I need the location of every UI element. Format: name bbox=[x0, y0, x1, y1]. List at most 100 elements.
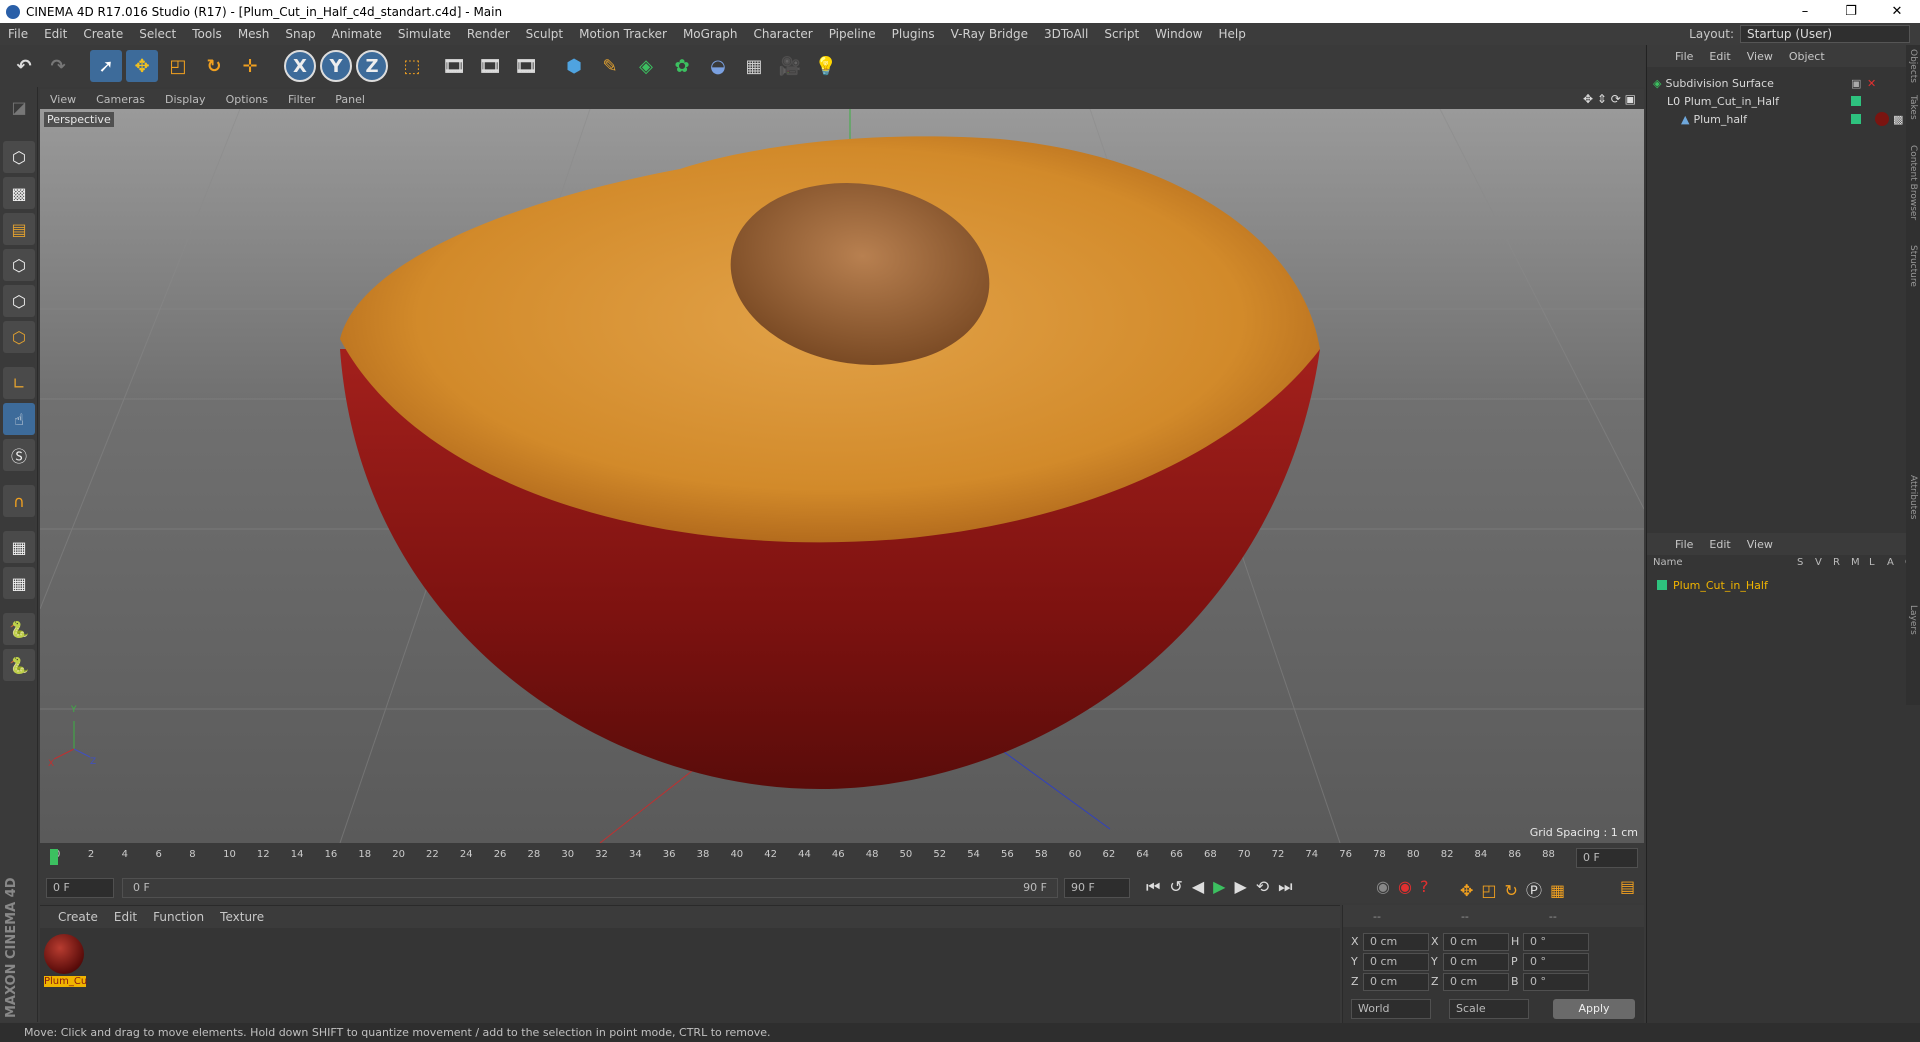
perspective-viewport[interactable]: Y X Z Perspective Grid Spacing : 1 cm bbox=[40, 109, 1644, 843]
layer-column-header[interactable]: V bbox=[1815, 557, 1822, 568]
layer-column-header[interactable]: S bbox=[1797, 557, 1803, 568]
layer-column-header[interactable]: L bbox=[1869, 557, 1875, 568]
spline-pen-icon[interactable]: ✎ bbox=[594, 50, 626, 82]
menu-render[interactable]: Render bbox=[459, 27, 518, 41]
render-view-icon[interactable]: 🎞 bbox=[438, 50, 470, 82]
menu-script[interactable]: Script bbox=[1096, 27, 1147, 41]
python-script-2-icon[interactable]: 🐍 bbox=[3, 649, 35, 681]
snap-magnet-icon[interactable]: ∩ bbox=[3, 485, 35, 517]
menu-plugins[interactable]: Plugins bbox=[884, 27, 943, 41]
prev-frame-icon[interactable]: ◀ bbox=[1192, 877, 1213, 896]
z-axis-lock-button[interactable]: Z bbox=[356, 50, 388, 82]
menu-mesh[interactable]: Mesh bbox=[230, 27, 278, 41]
redo-icon[interactable]: ↷ bbox=[42, 50, 74, 82]
mat-menu-create[interactable]: Create bbox=[50, 910, 106, 924]
move-tool-icon[interactable]: ✥ bbox=[126, 50, 158, 82]
layer-menu-edit[interactable]: Edit bbox=[1701, 538, 1738, 551]
coord-space-dropdown[interactable]: World bbox=[1351, 999, 1431, 1019]
next-frame-icon[interactable]: ▶ bbox=[1234, 877, 1255, 896]
viewport-menu-display[interactable]: Display bbox=[155, 93, 216, 106]
menu-pipeline[interactable]: Pipeline bbox=[821, 27, 884, 41]
side-tab[interactable]: Takes bbox=[1908, 95, 1918, 120]
select-tool-icon[interactable]: ➚ bbox=[90, 50, 122, 82]
record-icon[interactable]: ◉ bbox=[1398, 877, 1420, 896]
obj-menu-view[interactable]: View bbox=[1739, 50, 1781, 63]
axis-mode-icon[interactable]: ∟ bbox=[3, 367, 35, 399]
rotate-tool-icon[interactable]: ↻ bbox=[198, 50, 230, 82]
record-buttons[interactable]: ◉◉? bbox=[1376, 877, 1436, 896]
key-position-icon[interactable]: ✥ bbox=[1460, 881, 1481, 900]
cube-primitive-icon[interactable]: ⬢ bbox=[558, 50, 590, 82]
close-button[interactable]: ✕ bbox=[1874, 0, 1920, 23]
make-editable-icon[interactable]: ◪ bbox=[3, 91, 35, 123]
obj-menu-file[interactable]: File bbox=[1667, 50, 1701, 63]
layer-color-swatch[interactable] bbox=[1851, 114, 1861, 124]
mat-menu-edit[interactable]: Edit bbox=[106, 910, 145, 924]
autokey-icon[interactable]: ? bbox=[1420, 877, 1437, 896]
camera-icon[interactable]: 🎥 bbox=[774, 50, 806, 82]
subdivision-surface-icon[interactable]: ◈ bbox=[630, 50, 662, 82]
x-axis-lock-button[interactable]: X bbox=[284, 50, 316, 82]
points-mode-icon[interactable]: ⬡ bbox=[3, 249, 35, 281]
menu-sculpt[interactable]: Sculpt bbox=[518, 27, 571, 41]
playhead-marker[interactable] bbox=[50, 849, 58, 865]
loop-icon[interactable]: ⟲ bbox=[1256, 877, 1278, 896]
model-mode-icon[interactable]: ⬡ bbox=[3, 141, 35, 173]
side-tab[interactable]: Layers bbox=[1908, 605, 1918, 635]
layer-row[interactable]: Plum_Cut_in_Half bbox=[1657, 575, 1897, 595]
cloner-icon[interactable]: ✿ bbox=[666, 50, 698, 82]
obj-menu-object[interactable]: Object bbox=[1781, 50, 1833, 63]
layer-column-header[interactable]: Name bbox=[1653, 557, 1683, 568]
menu-snap[interactable]: Snap bbox=[277, 27, 323, 41]
frame-range-slider[interactable]: 0 F 90 F bbox=[122, 878, 1058, 898]
deformer-icon[interactable]: ◒ bbox=[702, 50, 734, 82]
menu-3dtoall[interactable]: 3DToAll bbox=[1036, 27, 1096, 41]
tweak-mode-icon[interactable]: ☝ bbox=[3, 403, 35, 435]
menu-select[interactable]: Select bbox=[131, 27, 184, 41]
go-to-start-icon[interactable]: ⏮ bbox=[1146, 877, 1169, 896]
render-settings-icon[interactable]: 🎞 bbox=[510, 50, 542, 82]
prev-key-icon[interactable]: ↺ bbox=[1169, 877, 1191, 896]
viewport-nav-icons[interactable]: ✥ ⇕ ⟳ ▣ bbox=[1583, 92, 1636, 106]
coord-value-field[interactable]: 0 cm bbox=[1443, 973, 1509, 991]
obj-menu-edit[interactable]: Edit bbox=[1701, 50, 1738, 63]
layer-menu-file[interactable]: File bbox=[1667, 538, 1701, 551]
viewport-menu-options[interactable]: Options bbox=[216, 93, 278, 106]
key-rotation-icon[interactable]: ↻ bbox=[1505, 881, 1526, 900]
menu-file[interactable]: File bbox=[0, 27, 36, 41]
python-script-icon[interactable]: 🐍 bbox=[3, 613, 35, 645]
layer-column-header[interactable]: M bbox=[1851, 557, 1860, 568]
render-picture-viewer-icon[interactable]: 🎞 bbox=[474, 50, 506, 82]
menu-tools[interactable]: Tools bbox=[184, 27, 230, 41]
apply-button[interactable]: Apply bbox=[1553, 999, 1635, 1019]
transport-buttons[interactable]: ⏮↺◀▶▶⟲⏭ bbox=[1146, 877, 1302, 897]
coord-value-field[interactable]: 0 ° bbox=[1523, 953, 1589, 971]
side-tab[interactable]: Attributes bbox=[1908, 475, 1918, 519]
layer-column-header[interactable]: A bbox=[1887, 557, 1894, 568]
key-mode-buttons[interactable]: ✥◰↻Ⓟ▦ bbox=[1460, 877, 1573, 901]
play-icon[interactable]: ▶ bbox=[1213, 877, 1234, 896]
end-frame-field[interactable]: 90 F bbox=[1064, 878, 1130, 898]
layer-menu-view[interactable]: View bbox=[1739, 538, 1781, 551]
workplane-lock-icon[interactable]: ▦ bbox=[3, 567, 35, 599]
key-param-icon[interactable]: Ⓟ bbox=[1526, 881, 1550, 900]
solo-mode-icon[interactable]: Ⓢ bbox=[3, 439, 35, 471]
object-row-plum-cut-in-half[interactable]: L0 Plum_Cut_in_Half bbox=[1667, 91, 1893, 111]
viewport-menu-view[interactable]: View bbox=[40, 93, 86, 106]
texture-mode-icon[interactable]: ▩ bbox=[3, 177, 35, 209]
mat-menu-function[interactable]: Function bbox=[145, 910, 212, 924]
layer-color-swatch[interactable] bbox=[1851, 96, 1861, 106]
workplane-mode-icon[interactable]: ▤ bbox=[3, 213, 35, 245]
key-scale-icon[interactable]: ◰ bbox=[1481, 881, 1504, 900]
subdivision-disabled-icon[interactable]: ✕ bbox=[1867, 77, 1876, 90]
start-frame-field[interactable]: 0 F bbox=[46, 878, 114, 898]
object-row-plum-half[interactable]: ▲ Plum_half ▩ bbox=[1681, 109, 1903, 129]
edges-mode-icon[interactable]: ⬡ bbox=[3, 285, 35, 317]
coordinate-system-icon[interactable]: ⬚ bbox=[396, 50, 428, 82]
menu-vray-bridge[interactable]: V-Ray Bridge bbox=[943, 27, 1036, 41]
mat-menu-texture[interactable]: Texture bbox=[212, 910, 272, 924]
menu-simulate[interactable]: Simulate bbox=[390, 27, 459, 41]
side-tab[interactable]: Objects bbox=[1908, 49, 1918, 83]
viewport-menu-panel[interactable]: Panel bbox=[325, 93, 375, 106]
menu-window[interactable]: Window bbox=[1147, 27, 1210, 41]
